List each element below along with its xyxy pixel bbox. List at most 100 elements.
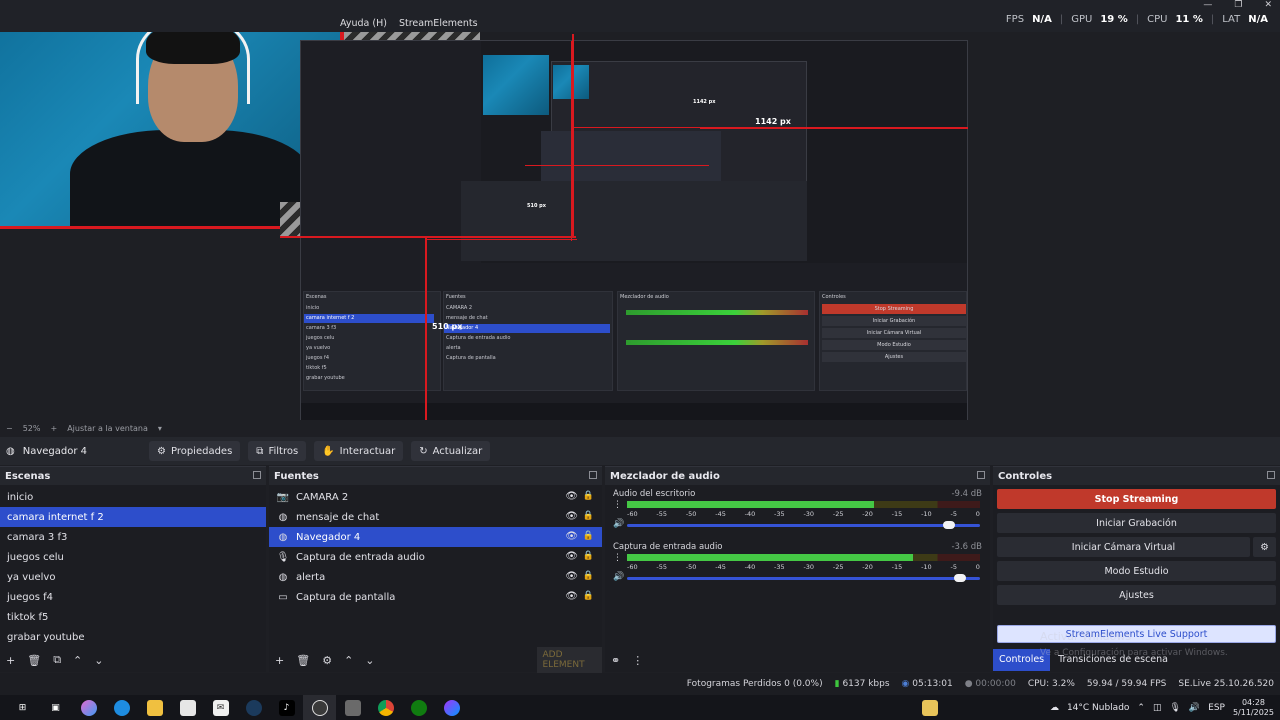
menu-item-streamelements[interactable]: StreamElements xyxy=(399,18,478,29)
interact-button[interactable]: ✋ Interactuar xyxy=(314,441,404,461)
visibility-eye-icon[interactable]: 👁 xyxy=(565,511,578,522)
scene-item[interactable]: camara internet f 2 xyxy=(0,507,266,527)
menu-item-help[interactable]: Ayuda (H) xyxy=(340,18,387,29)
start-recording-button[interactable]: Iniciar Grabación xyxy=(997,513,1276,533)
more-options-icon[interactable]: ⋮ xyxy=(632,654,643,667)
visibility-eye-icon[interactable]: 👁 xyxy=(565,571,578,582)
visibility-eye-icon[interactable]: 👁 xyxy=(565,491,578,502)
lock-icon[interactable]: 🔒 xyxy=(583,551,594,561)
edge-button[interactable] xyxy=(105,695,138,720)
studio-mode-button[interactable]: Modo Estudio xyxy=(997,561,1276,581)
mini-mixer-dock: Mezclador de audio xyxy=(617,291,815,391)
clock[interactable]: 04:28 5/11/2025 xyxy=(1233,698,1274,718)
visibility-eye-icon[interactable]: 👁 xyxy=(565,531,578,542)
move-down-button[interactable]: ⌄ xyxy=(365,654,374,667)
copilot-button[interactable] xyxy=(72,695,105,720)
volume-slider-handle[interactable] xyxy=(953,574,966,582)
scene-item[interactable]: grabar youtube xyxy=(0,627,266,647)
language-indicator[interactable]: ESP xyxy=(1208,703,1225,713)
move-down-button[interactable]: ⌄ xyxy=(94,654,103,667)
start-virtual-camera-button[interactable]: Iniciar Cámara Virtual xyxy=(997,537,1250,557)
lock-icon[interactable]: 🔒 xyxy=(583,571,594,581)
microphone-icon[interactable]: 🎙 xyxy=(1169,703,1180,713)
volume-icon[interactable]: 🔊 xyxy=(1189,703,1200,713)
xbox-button[interactable] xyxy=(402,695,435,720)
filters-button[interactable]: ⧉ Filtros xyxy=(248,441,307,461)
nested-screen xyxy=(541,131,721,181)
move-up-button[interactable]: ⌃ xyxy=(73,654,82,667)
steam-button[interactable] xyxy=(237,695,270,720)
network-icon[interactable]: ◫ xyxy=(1153,703,1162,713)
volume-slider[interactable] xyxy=(627,574,980,582)
source-item[interactable]: ◍ alerta 👁 🔒 xyxy=(269,567,602,587)
undock-icon[interactable] xyxy=(589,471,597,479)
scene-item[interactable]: juegos celu xyxy=(0,547,266,567)
folder-icon xyxy=(146,699,163,716)
scene-item-label: camara internet f 2 xyxy=(7,511,104,523)
source-item[interactable]: ▭ Captura de pantalla 👁 🔒 xyxy=(269,587,602,607)
lock-icon[interactable]: 🔒 xyxy=(583,491,594,501)
speaker-icon[interactable]: 🔊 xyxy=(613,572,624,582)
lock-icon[interactable]: 🔒 xyxy=(583,531,594,541)
more-options-icon[interactable]: ⋮ xyxy=(613,500,622,510)
app-button[interactable] xyxy=(336,695,369,720)
signal-icon: ▮ xyxy=(834,679,840,689)
visibility-eye-icon[interactable]: 👁 xyxy=(565,591,578,602)
volume-slider[interactable] xyxy=(627,521,980,529)
trash-icon[interactable]: 🗑 xyxy=(296,654,310,667)
volume-slider-handle[interactable] xyxy=(943,521,956,529)
scene-item[interactable]: tiktok f5 xyxy=(0,607,266,627)
add-source-button[interactable]: + xyxy=(275,654,284,667)
add-scene-button[interactable]: + xyxy=(6,654,15,667)
link-icon[interactable]: ⚭ xyxy=(611,654,620,667)
volume-meter xyxy=(627,501,980,508)
chevron-down-icon[interactable]: ▾ xyxy=(158,424,162,433)
visibility-eye-icon[interactable]: 👁 xyxy=(565,551,578,562)
obs-button[interactable] xyxy=(303,695,336,720)
undock-icon[interactable] xyxy=(1267,471,1275,479)
undock-icon[interactable] xyxy=(253,471,261,479)
scale-tick: -45 xyxy=(715,510,726,518)
source-item[interactable]: ◍ Navegador 4 👁 🔒 xyxy=(269,527,602,547)
source-item[interactable]: ◍ mensaje de chat 👁 🔒 xyxy=(269,507,602,527)
webcam-source[interactable] xyxy=(0,32,340,228)
streamelements-support-button[interactable]: StreamElements Live Support xyxy=(997,625,1276,643)
virtual-camera-settings-button[interactable]: ⚙ xyxy=(1253,537,1276,557)
settings-button[interactable]: Ajustes xyxy=(997,585,1276,605)
messenger-button[interactable] xyxy=(435,695,468,720)
scene-item[interactable]: inicio xyxy=(0,487,266,507)
properties-button[interactable]: ⚙ Propiedades xyxy=(149,441,241,461)
tiktok-button[interactable]: ♪ xyxy=(270,695,303,720)
move-up-button[interactable]: ⌃ xyxy=(344,654,353,667)
lock-icon[interactable]: 🔒 xyxy=(583,511,594,521)
scene-item[interactable]: camara 3 f3 xyxy=(0,527,266,547)
file-explorer-button[interactable] xyxy=(138,695,171,720)
scene-item[interactable]: juegos f4 xyxy=(0,587,266,607)
gear-icon[interactable]: ⚙ xyxy=(322,654,332,667)
zoom-out-button[interactable]: − xyxy=(6,424,13,433)
zoom-fit-select[interactable]: Ajustar a la ventana xyxy=(67,424,148,433)
pinned-note-button[interactable] xyxy=(913,695,946,720)
preview-canvas[interactable]: ✥ 1142 px 1142 px 510 px Escenas inicio … xyxy=(0,32,1280,420)
mail-button[interactable]: ✉ xyxy=(204,695,237,720)
more-options-icon[interactable]: ⋮ xyxy=(613,553,622,563)
lock-icon[interactable]: 🔒 xyxy=(583,591,594,601)
source-item[interactable]: 🎙 Captura de entrada audio 👁 🔒 xyxy=(269,547,602,567)
start-button[interactable]: ⊞ xyxy=(6,695,39,720)
source-toolbar: ◍ Navegador 4 ⚙ Propiedades ⧉ Filtros ✋ Int… xyxy=(0,437,1280,465)
trash-icon[interactable]: 🗑 xyxy=(27,654,41,667)
store-button[interactable] xyxy=(171,695,204,720)
source-item[interactable]: 📷 CAMARA 2 👁 🔒 xyxy=(269,487,602,507)
refresh-button[interactable]: ↻ Actualizar xyxy=(411,441,491,461)
stop-streaming-button[interactable]: Stop Streaming xyxy=(997,489,1276,509)
task-view-button[interactable]: ▣ xyxy=(39,695,72,720)
speaker-icon[interactable]: 🔊 xyxy=(613,519,624,529)
filter-icon[interactable]: ⧉ xyxy=(53,653,61,667)
measure-label: 1142 px xyxy=(693,99,716,105)
chevron-up-icon[interactable]: ⌃ xyxy=(1137,703,1145,713)
zoom-in-button[interactable]: + xyxy=(50,424,57,433)
add-element-button[interactable]: ADD ELEMENT xyxy=(536,647,602,673)
undock-icon[interactable] xyxy=(977,471,985,479)
scene-item[interactable]: ya vuelvo xyxy=(0,567,266,587)
chrome-button[interactable] xyxy=(369,695,402,720)
